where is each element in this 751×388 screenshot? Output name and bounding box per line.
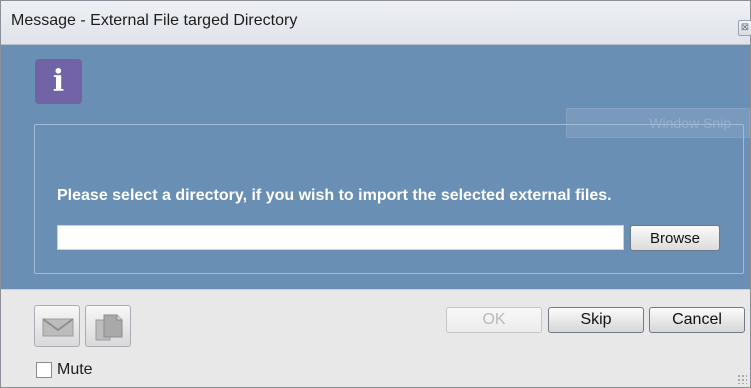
- close-icon[interactable]: ⊠: [738, 20, 751, 36]
- cancel-button[interactable]: Cancel: [649, 307, 745, 333]
- directory-prompt: Please select a directory, if you wish t…: [57, 187, 612, 204]
- message-body: i Window Snip Please select a directory,…: [1, 45, 750, 289]
- copy-button[interactable]: [85, 305, 131, 347]
- title-bar[interactable]: Message - External File targed Directory…: [1, 1, 751, 45]
- copy-icon: [95, 314, 123, 341]
- mute-checkbox[interactable]: [36, 362, 52, 378]
- resize-grip-icon[interactable]: [737, 374, 747, 384]
- envelope-icon: [42, 318, 74, 337]
- mute-option[interactable]: Mute: [36, 361, 93, 379]
- directory-panel: Please select a directory, if you wish t…: [34, 124, 744, 274]
- message-dialog: Message - External File targed Directory…: [0, 0, 751, 388]
- skip-button[interactable]: Skip: [548, 307, 644, 333]
- ok-button[interactable]: OK: [446, 307, 542, 333]
- directory-path-input[interactable]: [57, 225, 624, 250]
- browse-button[interactable]: Browse: [630, 225, 720, 251]
- window-title: Message - External File targed Directory: [11, 12, 298, 29]
- dialog-footer: OK Skip Cancel Mute: [1, 289, 750, 387]
- mute-label: Mute: [57, 361, 93, 378]
- email-button[interactable]: [34, 305, 80, 347]
- info-icon: i: [35, 59, 82, 104]
